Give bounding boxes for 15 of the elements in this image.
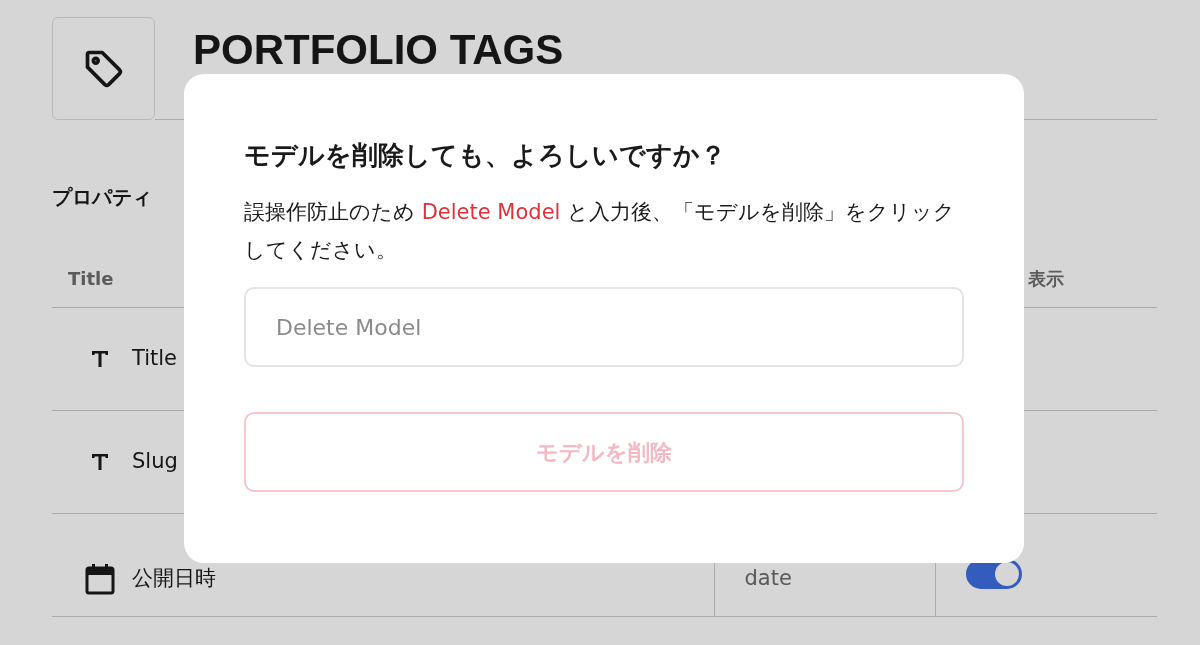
field-name: 公開日時	[132, 565, 216, 593]
column-header: 表示	[1027, 267, 1064, 289]
text-type-icon	[90, 451, 110, 472]
field-name: Slug	[132, 447, 178, 475]
dialog-message: 誤操作防止のため Delete Model と入力後、「モデルを削除」をクリックしてください。	[244, 199, 957, 264]
column-header: Title	[68, 267, 114, 289]
dialog-title: モデルを削除しても、よろしいですか？	[244, 139, 727, 172]
section-title: プロパティ	[52, 184, 152, 211]
confirm-input-field[interactable]: Delete Model	[244, 287, 964, 367]
tag-button[interactable]	[52, 17, 155, 120]
text-type-icon	[90, 348, 110, 369]
field-type: date	[744, 566, 792, 591]
field-name: Title	[132, 344, 177, 372]
calendar-icon	[85, 563, 115, 595]
page-title: PORTFOLIO TAGS	[193, 29, 564, 71]
